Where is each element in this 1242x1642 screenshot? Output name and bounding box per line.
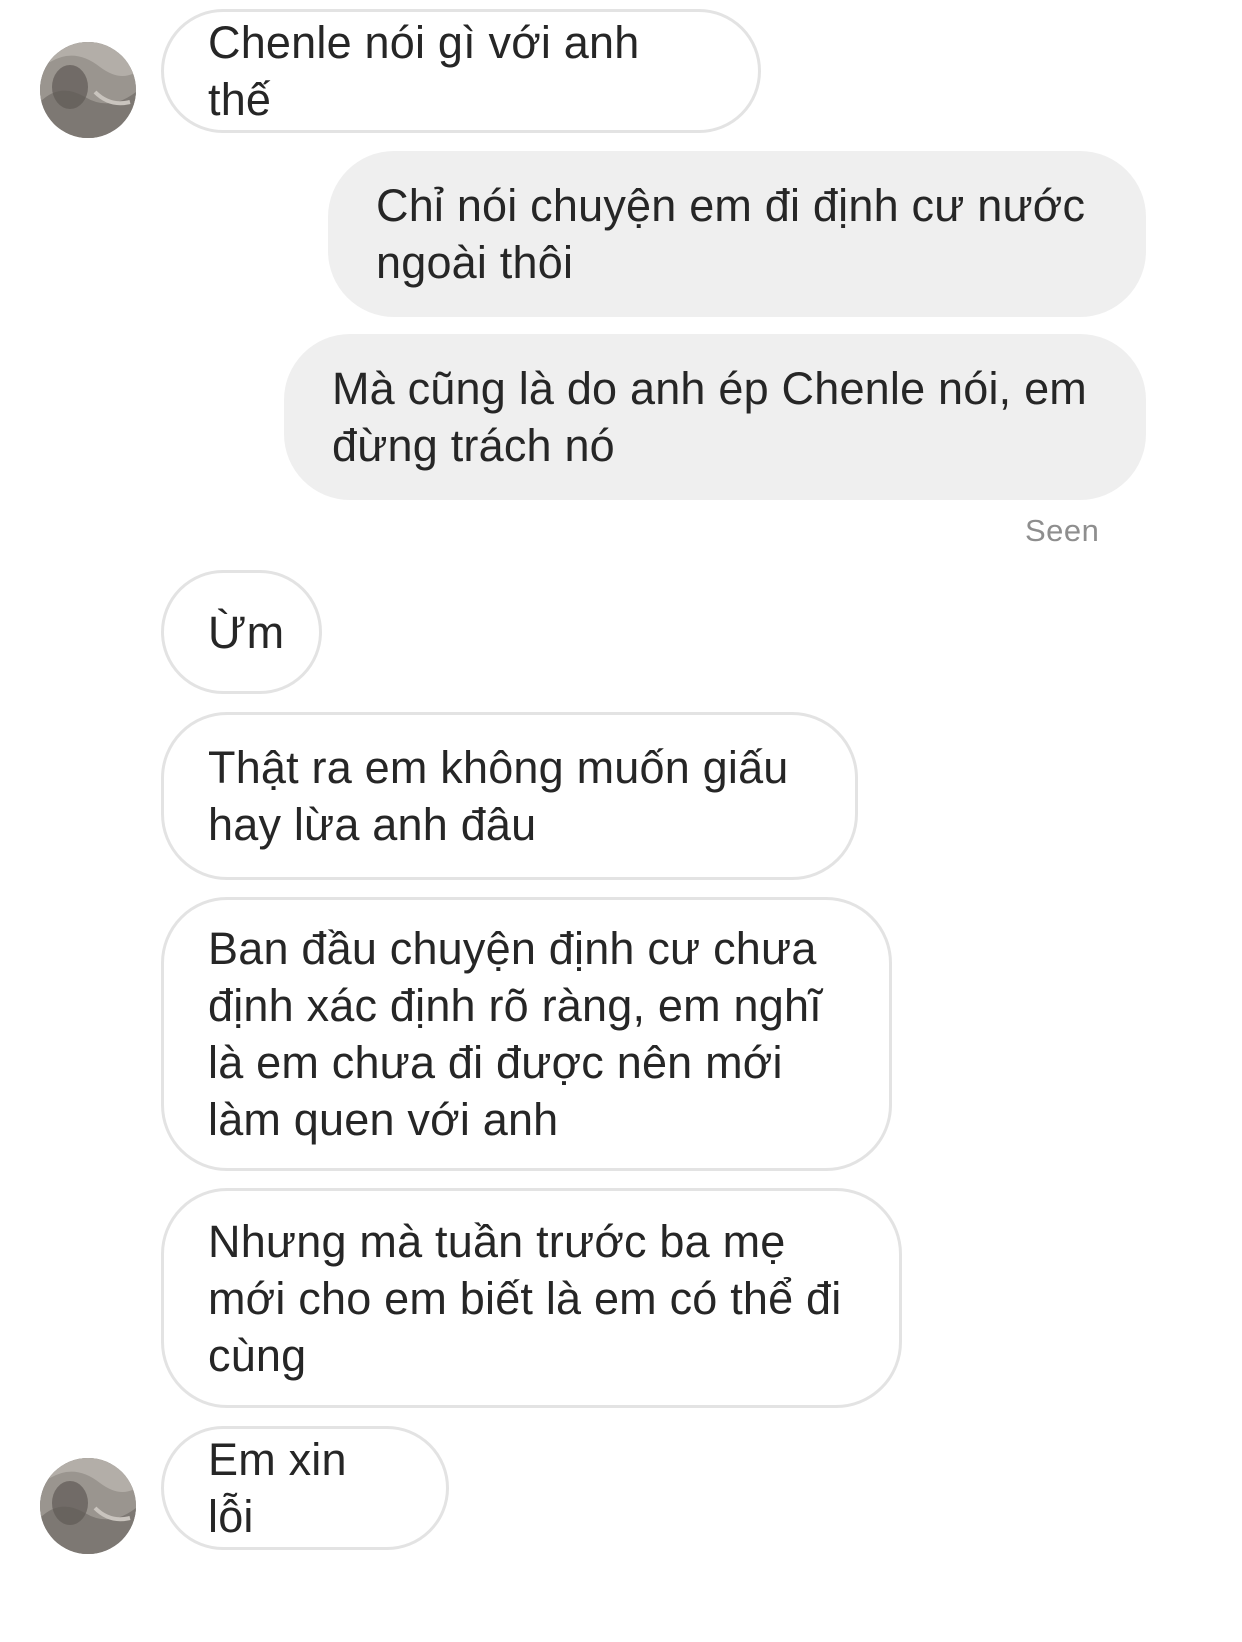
message-bubble-outgoing[interactable]: Mà cũng là do anh ép Chenle nói, em đừng…: [284, 334, 1146, 500]
message-bubble-incoming[interactable]: Nhưng mà tuần trước ba mẹ mới cho em biế…: [161, 1188, 902, 1408]
message-bubble-outgoing[interactable]: Chỉ nói chuyện em đi định cư nước ngoài …: [328, 151, 1146, 317]
contact-avatar[interactable]: [40, 1458, 136, 1554]
message-text: Ừm: [208, 606, 285, 658]
seen-status: Seen: [1025, 513, 1100, 548]
message-text: Chenle nói gì với anh thế: [208, 17, 640, 125]
message-text: Ban đầu chuyện định cư chưa định xác địn…: [208, 923, 822, 1145]
message-bubble-incoming[interactable]: Ban đầu chuyện định cư chưa định xác địn…: [161, 897, 892, 1171]
contact-avatar[interactable]: [40, 42, 136, 138]
message-bubble-incoming[interactable]: Chenle nói gì với anh thế: [161, 9, 761, 133]
message-text: Nhưng mà tuần trước ba mẹ mới cho em biế…: [208, 1215, 842, 1381]
message-text: Thật ra em không muốn giấu hay lừa anh đ…: [208, 742, 789, 850]
avatar-photo-icon: [40, 1458, 136, 1554]
message-bubble-incoming[interactable]: Thật ra em không muốn giấu hay lừa anh đ…: [161, 712, 858, 880]
message-text: Mà cũng là do anh ép Chenle nói, em đừng…: [332, 363, 1087, 471]
avatar-photo-icon: [40, 42, 136, 138]
message-text: Chỉ nói chuyện em đi định cư nước ngoài …: [376, 180, 1086, 288]
message-text: Em xin lỗi: [208, 1434, 347, 1542]
message-bubble-incoming[interactable]: Em xin lỗi: [161, 1426, 449, 1550]
message-bubble-incoming[interactable]: Ừm: [161, 570, 322, 694]
